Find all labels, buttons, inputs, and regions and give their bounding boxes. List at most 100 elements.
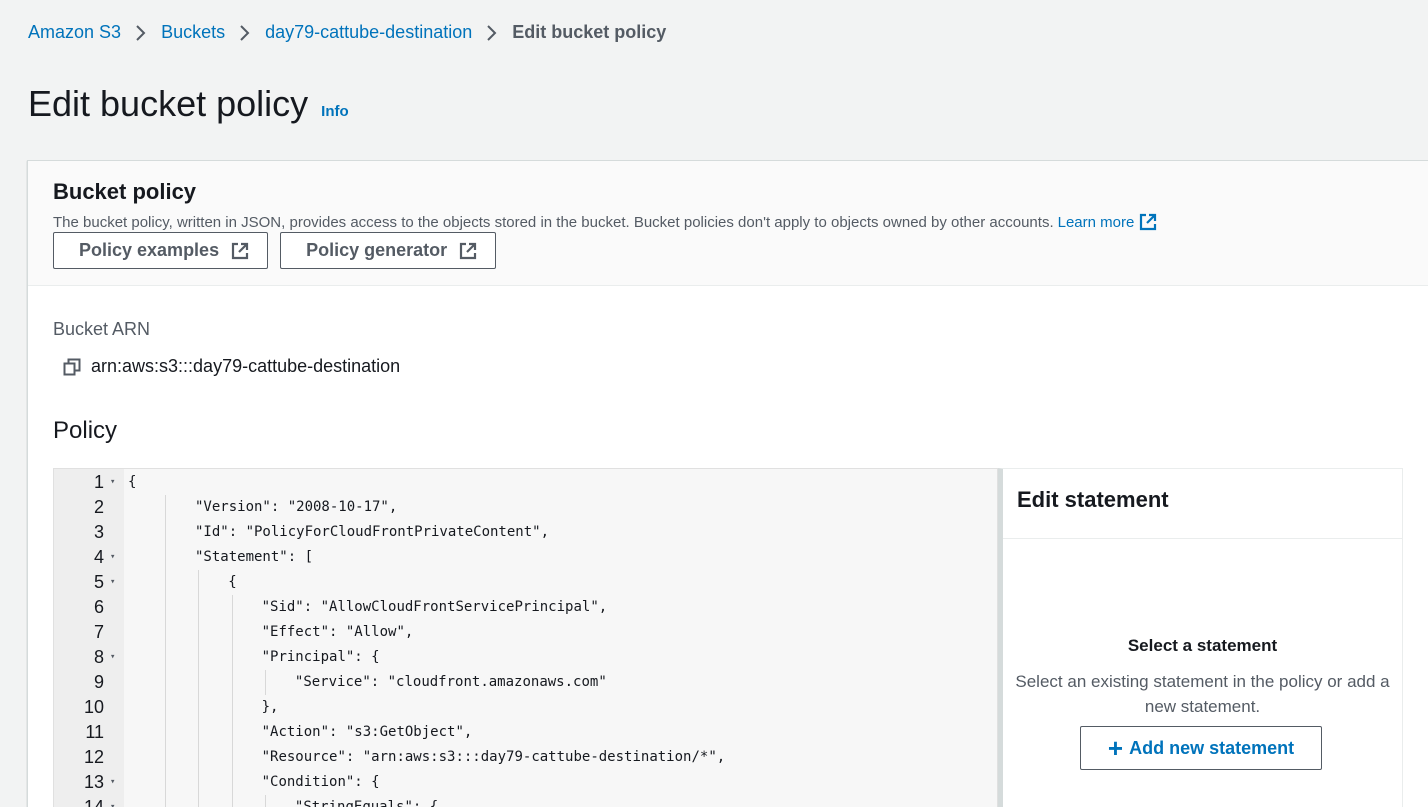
code-line: "Statement": [ xyxy=(124,545,997,570)
bucket-arn: arn:aws:s3:::day79-cattube-destination xyxy=(63,356,400,377)
code-text: }, xyxy=(261,699,279,715)
indent-guide xyxy=(231,745,233,770)
line-number-text: 11 xyxy=(85,722,104,742)
line-number-text: 12 xyxy=(83,747,104,767)
line-number-text: 5 xyxy=(93,572,104,592)
code-line: "Id": "PolicyForCloudFrontPrivateContent… xyxy=(124,520,997,545)
fold-toggle-icon[interactable]: ▾ xyxy=(110,470,115,495)
code-text: "Resource": "arn:aws:s3:::day79-cattube-… xyxy=(261,749,726,765)
policy-generator-button[interactable]: Policy generator xyxy=(280,232,497,269)
edit-statement-title: Edit statement xyxy=(1017,487,1169,512)
code-text: "Sid": "AllowCloudFrontServicePrincipal"… xyxy=(261,599,608,615)
fold-toggle-icon[interactable]: ▾ xyxy=(110,545,115,570)
line-number-text: 3 xyxy=(93,522,104,542)
indent-guide xyxy=(165,620,166,645)
select-statement-title: Select a statement xyxy=(1127,636,1278,655)
code-line: "Principal": { xyxy=(124,645,997,670)
code-text: "Action": "s3:GetObject", xyxy=(261,724,473,740)
code-text: "Version": "2008-10-17", xyxy=(195,499,398,515)
code-text: "Principal": { xyxy=(261,649,380,665)
indent-guide xyxy=(231,770,233,795)
indent-guide xyxy=(165,670,166,695)
code-line: "Action": "s3:GetObject", xyxy=(124,720,997,745)
description-text: The bucket policy, written in JSON, prov… xyxy=(53,213,1054,231)
breadcrumb: Amazon S3 Buckets day79-cattube-destinat… xyxy=(28,22,666,43)
policy-buttons: Policy examples Policy generator xyxy=(53,232,1404,269)
code-line: { xyxy=(124,570,997,595)
fold-toggle-icon[interactable]: ▾ xyxy=(110,570,115,595)
learn-more-label: Learn more xyxy=(1057,213,1135,231)
add-new-statement-button[interactable]: + Add new statement xyxy=(1080,726,1322,770)
indent-guide xyxy=(198,795,200,807)
info-link[interactable]: Info xyxy=(321,103,349,120)
line-number: 13 ▾ xyxy=(54,770,124,795)
policy-examples-label: Policy examples xyxy=(79,240,220,260)
indent-guide xyxy=(198,670,200,695)
fold-toggle-icon[interactable]: ▾ xyxy=(110,770,115,795)
bucket-arn-label: Bucket ARN xyxy=(53,319,151,339)
breadcrumb-current: Edit bucket policy xyxy=(512,22,667,42)
line-number: 10 xyxy=(54,695,124,720)
code-line: "Condition": { xyxy=(124,770,997,795)
editor-code-area[interactable]: { "Version": "2008-10-17", "Id": "PolicyFo… xyxy=(124,469,997,807)
indent-guide xyxy=(165,695,166,720)
page-header: Edit bucket policy Info xyxy=(28,84,349,124)
code-text: "Statement": [ xyxy=(195,549,314,565)
indent-guide xyxy=(231,720,233,745)
section-title: Bucket policy xyxy=(53,179,197,204)
external-link-icon xyxy=(1140,213,1157,231)
policy-examples-button[interactable]: Policy examples xyxy=(53,232,269,269)
line-number: 5 ▾ xyxy=(54,570,124,595)
indent-guide xyxy=(231,695,233,720)
indent-guide xyxy=(165,595,166,620)
chevron-right-icon xyxy=(472,24,512,42)
line-number-text: 13 xyxy=(83,772,104,792)
indent-guide xyxy=(198,695,200,720)
line-number-text: 1 xyxy=(93,472,104,492)
chevron-right-icon xyxy=(121,24,161,42)
page-title: Edit bucket policy xyxy=(28,83,309,124)
indent-guide xyxy=(198,620,200,645)
editor-gutter: 1 ▾ 2 3 4 ▾ 5 ▾ 6 7 8 ▾ 9 10 11 12 13 ▾ 14 ▾ xyxy=(54,469,124,807)
line-number: 14 ▾ xyxy=(54,795,124,807)
indent-guide xyxy=(165,570,166,595)
fold-toggle-icon[interactable]: ▾ xyxy=(110,795,115,807)
line-number-text: 2 xyxy=(93,497,104,517)
indent-guide xyxy=(165,495,166,520)
line-number-text: 8 xyxy=(93,647,104,667)
fold-toggle-icon[interactable]: ▾ xyxy=(110,645,115,670)
breadcrumb-bucket-name[interactable]: day79-cattube-destination xyxy=(265,22,472,43)
section-description: The bucket policy, written in JSON, prov… xyxy=(53,213,1404,231)
code-text: { xyxy=(128,474,137,490)
indent-guide xyxy=(165,770,166,795)
code-text: { xyxy=(228,574,237,590)
line-number: 8 ▾ xyxy=(54,645,124,670)
indent-guide xyxy=(264,795,266,807)
external-link-icon xyxy=(231,242,249,259)
select-statement-description: Select an existing statement in the poli… xyxy=(1015,672,1390,716)
learn-more-link[interactable]: Learn more xyxy=(1058,213,1158,231)
line-number: 12 xyxy=(54,745,124,770)
line-number: 7 xyxy=(54,620,124,645)
breadcrumb-amazon-s3[interactable]: Amazon S3 xyxy=(28,22,121,43)
code-text: "Service": "cloudfront.amazonaws.com" xyxy=(294,674,607,690)
breadcrumb-buckets[interactable]: Buckets xyxy=(161,22,225,43)
copy-icon[interactable] xyxy=(63,358,81,376)
line-number-text: 14 xyxy=(83,797,104,807)
code-line: "StringEquals": { xyxy=(124,795,997,807)
indent-guide xyxy=(198,595,200,620)
indent-guide xyxy=(231,670,233,695)
indent-guide xyxy=(198,720,200,745)
edit-statement-panel: Edit statement Select a statement Select… xyxy=(998,468,1403,807)
line-number: 6 xyxy=(54,595,124,620)
indent-guide xyxy=(198,645,200,670)
indent-guide xyxy=(165,795,166,807)
line-number-text: 7 xyxy=(93,622,104,642)
code-line: }, xyxy=(124,695,997,720)
indent-guide xyxy=(264,670,266,695)
indent-guide xyxy=(198,570,200,595)
policy-editor[interactable]: 1 ▾ 2 3 4 ▾ 5 ▾ 6 7 8 ▾ 9 10 11 12 13 ▾ 14 ▾ {"Version": "2… xyxy=(53,468,998,807)
code-text: "Effect": "Allow", xyxy=(261,624,414,640)
line-number-text: 6 xyxy=(93,597,104,617)
line-number: 2 xyxy=(54,495,124,520)
